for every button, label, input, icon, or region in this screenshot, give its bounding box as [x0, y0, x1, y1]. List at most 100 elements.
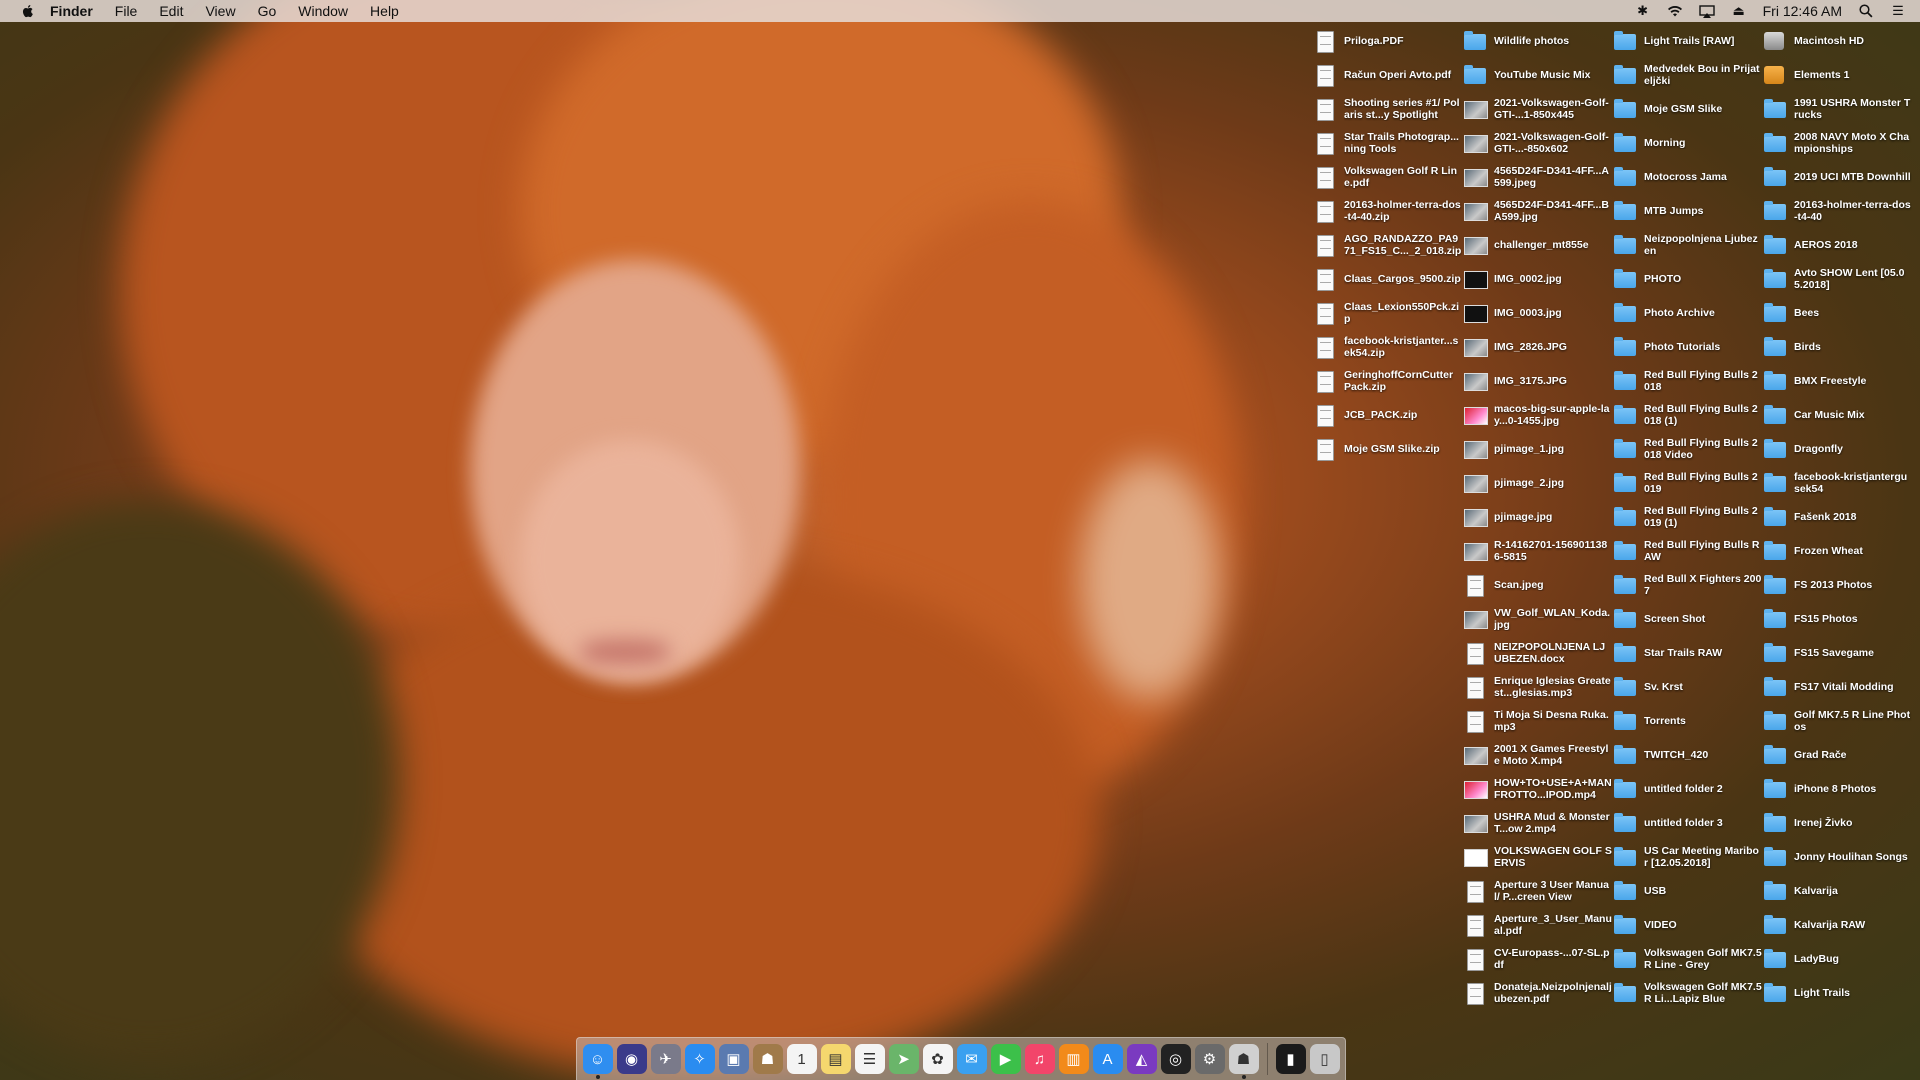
preview-icon[interactable]: ▣: [718, 1044, 749, 1074]
menu-help[interactable]: Help: [370, 3, 399, 19]
desktop-item[interactable]: untitled folder 2: [1614, 772, 1764, 806]
desktop-item[interactable]: HOW+TO+USE+A+MANFROTTO...IPOD.mp4: [1464, 772, 1614, 806]
menu-view[interactable]: View: [205, 3, 235, 19]
desktop-item[interactable]: Wildlife photos: [1464, 24, 1614, 58]
desktop-item[interactable]: Red Bull Flying Bulls 2018 Video: [1614, 432, 1764, 466]
launchpad-icon[interactable]: ✈: [650, 1044, 681, 1074]
desktop-item[interactable]: FS15 Savegame: [1764, 636, 1914, 670]
airplay-icon[interactable]: [1698, 4, 1715, 18]
desktop-item[interactable]: Aperture 3 User Manual/ P...creen View: [1464, 874, 1614, 908]
desktop-item[interactable]: iPhone 8 Photos: [1764, 772, 1914, 806]
menu-clock[interactable]: Fri 12:46 AM: [1763, 3, 1842, 19]
desktop-item[interactable]: 2001 X Games Freestyle Moto X.mp4: [1464, 738, 1614, 772]
desktop-item[interactable]: macos-big-sur-apple-lay...0-1455.jpg: [1464, 398, 1614, 432]
desktop-item[interactable]: USB: [1614, 874, 1764, 908]
desktop-item[interactable]: R-14162701-1569011386-5815: [1464, 534, 1614, 568]
desktop-item[interactable]: Torrents: [1614, 704, 1764, 738]
eject-icon[interactable]: ⏏: [1731, 3, 1747, 18]
desktop-item[interactable]: 2021-Volkswagen-Golf-GTI-...-850x602: [1464, 126, 1614, 160]
desktop-item[interactable]: Račun Operi Avto.pdf: [1314, 58, 1464, 92]
messages-icon[interactable]: ✉: [956, 1044, 987, 1074]
desktop-item[interactable]: TWITCH_420: [1614, 738, 1764, 772]
desktop-item[interactable]: BMX Freestyle: [1764, 364, 1914, 398]
desktop-item[interactable]: pjimage.jpg: [1464, 500, 1614, 534]
desktop-item[interactable]: Volkswagen Golf R Line.pdf: [1314, 160, 1464, 194]
desktop-item[interactable]: IMG_0002.jpg: [1464, 262, 1614, 296]
desktop-item[interactable]: NEIZPOPOLNJENA LJUBEZEN.docx: [1464, 636, 1614, 670]
music-icon[interactable]: ♫: [1024, 1044, 1055, 1074]
desktop-item[interactable]: Red Bull Flying Bulls RAW: [1614, 534, 1764, 568]
desktop-item[interactable]: 20163-holmer-terra-dos-t4-40.zip: [1314, 194, 1464, 228]
trash-icon[interactable]: ▯: [1309, 1044, 1340, 1074]
contacts-icon[interactable]: ☗: [752, 1044, 783, 1074]
desktop-item[interactable]: MTB Jumps: [1614, 194, 1764, 228]
desktop-item[interactable]: Photo Archive: [1614, 296, 1764, 330]
desktop-item[interactable]: Morning: [1614, 126, 1764, 160]
desktop-item[interactable]: challenger_mt855e: [1464, 228, 1614, 262]
desktop-item[interactable]: Enrique Iglesias Greatest...glesias.mp3: [1464, 670, 1614, 704]
wifi-icon[interactable]: [1667, 4, 1683, 18]
desktop-item[interactable]: Aperture_3_User_Manual.pdf: [1464, 908, 1614, 942]
desktop-item[interactable]: FS17 Vitali Modding: [1764, 670, 1914, 704]
desktop-item[interactable]: Grad Rače: [1764, 738, 1914, 772]
desktop-item[interactable]: 2021-Volkswagen-Golf-GTI-...1-850x445: [1464, 92, 1614, 126]
app-menu-finder[interactable]: Finder: [50, 3, 93, 19]
desktop-item[interactable]: facebook-kristjantergusek54: [1764, 466, 1914, 500]
desktop-item[interactable]: pjimage_1.jpg: [1464, 432, 1614, 466]
desktop-item[interactable]: 4565D24F-D341-4FF...BA599.jpg: [1464, 194, 1614, 228]
system-preferences-icon[interactable]: ⚙: [1194, 1044, 1225, 1074]
desktop-item[interactable]: Light Trails: [1764, 976, 1914, 1010]
desktop-item[interactable]: Macintosh HD: [1764, 24, 1914, 58]
desktop-item[interactable]: VW_Golf_WLAN_Koda.jpg: [1464, 602, 1614, 636]
desktop-item[interactable]: 20163-holmer-terra-dos-t4-40: [1764, 194, 1914, 228]
desktop-item[interactable]: Golf MK7.5 R Line Photos: [1764, 704, 1914, 738]
menu-go[interactable]: Go: [258, 3, 277, 19]
desktop-item[interactable]: Neizpopolnjena Ljubezen: [1614, 228, 1764, 262]
desktop-item[interactable]: IMG_2826.JPG: [1464, 330, 1614, 364]
desktop-item[interactable]: Moje GSM Slike: [1614, 92, 1764, 126]
notes-icon[interactable]: ▤: [820, 1044, 851, 1074]
desktop-item[interactable]: Claas_Lexion550Pck.zip: [1314, 296, 1464, 330]
maps-icon[interactable]: ➤: [888, 1044, 919, 1074]
desktop-item[interactable]: Priloga.PDF: [1314, 24, 1464, 58]
desktop-item[interactable]: Bees: [1764, 296, 1914, 330]
notification-center-icon[interactable]: ☰: [1890, 3, 1906, 18]
desktop-item[interactable]: IMG_0003.jpg: [1464, 296, 1614, 330]
desktop-item[interactable]: Red Bull Flying Bulls 2019 (1): [1614, 500, 1764, 534]
finder-icon[interactable]: ☺: [582, 1044, 613, 1079]
desktop-item[interactable]: Irenej Živko: [1764, 806, 1914, 840]
desktop-item[interactable]: VOLKSWAGEN GOLF SERVIS: [1464, 840, 1614, 874]
desktop-item[interactable]: JCB_PACK.zip: [1314, 398, 1464, 432]
desktop-item[interactable]: GeringhoffCornCutter Pack.zip: [1314, 364, 1464, 398]
desktop-item[interactable]: Kalvarija RAW: [1764, 908, 1914, 942]
safari-icon[interactable]: ✧: [684, 1044, 715, 1074]
facetime-icon[interactable]: ▶: [990, 1044, 1021, 1074]
desktop-item[interactable]: IMG_3175.JPG: [1464, 364, 1614, 398]
affinity-icon[interactable]: ◭: [1126, 1044, 1157, 1074]
desktop-item[interactable]: Photo Tutorials: [1614, 330, 1764, 364]
desktop-item[interactable]: Frozen Wheat: [1764, 534, 1914, 568]
desktop-item[interactable]: Scan.jpeg: [1464, 568, 1614, 602]
desktop-item[interactable]: 1991 USHRA Monster Trucks: [1764, 92, 1914, 126]
desktop-item[interactable]: Red Bull Flying Bulls 2018 (1): [1614, 398, 1764, 432]
desktop-item[interactable]: Red Bull X Fighters 2007: [1614, 568, 1764, 602]
desktop-item[interactable]: Donateja.Neizpolnjenaljubezen.pdf: [1464, 976, 1614, 1010]
desktop-item[interactable]: Star Trails Photograp...ning Tools: [1314, 126, 1464, 160]
desktop-item[interactable]: 2019 UCI MTB Downhill: [1764, 160, 1914, 194]
bluetooth-icon[interactable]: ✱: [1635, 3, 1651, 18]
desktop-item[interactable]: FS15 Photos: [1764, 602, 1914, 636]
desktop-item[interactable]: Shooting series #1/ Polaris st...y Spotl…: [1314, 92, 1464, 126]
desktop-item[interactable]: YouTube Music Mix: [1464, 58, 1614, 92]
calendar-icon[interactable]: 1: [786, 1044, 817, 1074]
desktop-item[interactable]: Red Bull Flying Bulls 2018: [1614, 364, 1764, 398]
desktop-item[interactable]: FS 2013 Photos: [1764, 568, 1914, 602]
desktop-item[interactable]: Birds: [1764, 330, 1914, 364]
desktop-item[interactable]: Claas_Cargos_9500.zip: [1314, 262, 1464, 296]
siri-icon[interactable]: ◉: [616, 1044, 647, 1074]
desktop-item[interactable]: Avto SHOW Lent [05.05.2018]: [1764, 262, 1914, 296]
desktop-item[interactable]: untitled folder 3: [1614, 806, 1764, 840]
desktop-item[interactable]: AEROS 2018: [1764, 228, 1914, 262]
desktop-item[interactable]: facebook-kristjanter...sek54.zip: [1314, 330, 1464, 364]
desktop-item[interactable]: AGO_RANDAZZO_PA971_FS15_C..._2_018.zip: [1314, 228, 1464, 262]
app-store-icon[interactable]: A: [1092, 1044, 1123, 1074]
